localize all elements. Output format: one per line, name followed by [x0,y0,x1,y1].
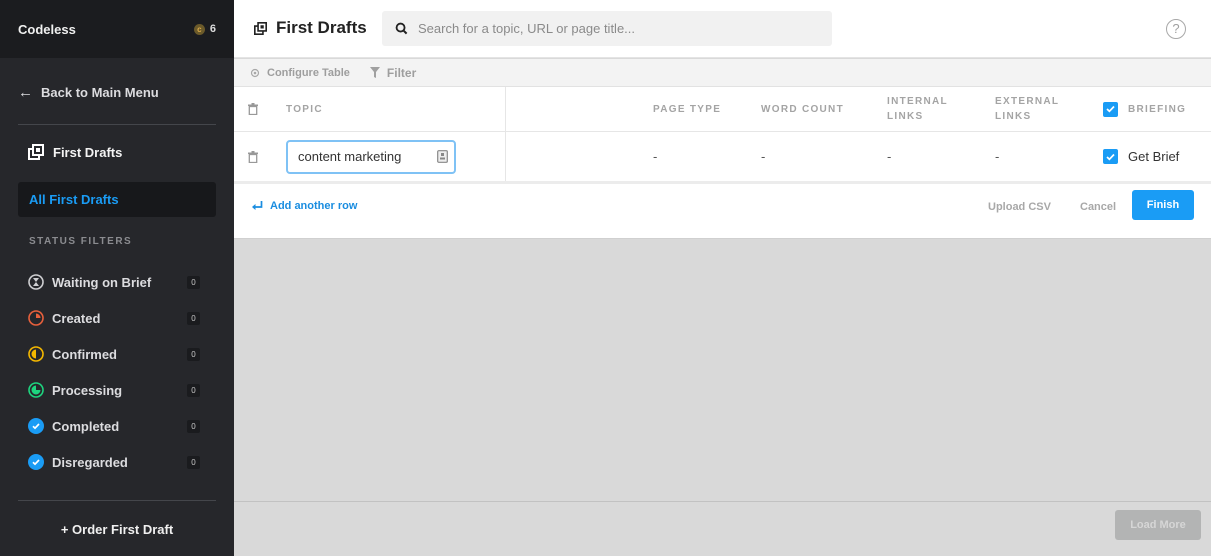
drafts-icon [28,144,44,160]
column-header-external-links: EXTERNAL LINKS [995,87,1059,131]
table-row: - - - - Get Brief [234,132,1211,184]
sidebar-divider [18,500,216,501]
status-filter-created[interactable]: Created 0 [28,308,200,328]
hourglass-icon [28,274,44,290]
check-circle-icon [28,454,44,470]
table-header-row: TOPIC PAGE TYPE WORD COUNT INTERNAL LINK… [234,87,1211,132]
status-label: Completed [52,418,120,434]
topic-field[interactable] [286,139,456,174]
filter-button[interactable]: Filter [369,65,417,80]
add-another-row-button[interactable]: Add another row [252,200,357,212]
status-count: 0 [187,455,200,469]
internal-links-cell: - [887,149,892,164]
drafts-icon [254,21,267,35]
upload-csv-button[interactable]: Upload CSV [988,201,1051,213]
finish-button[interactable]: Finish [1132,190,1194,220]
word-count-cell: - [761,149,766,164]
page-title: First Drafts [254,18,367,38]
topic-cell [286,132,456,181]
pie-half-icon [28,346,44,362]
table-toolbar: Configure Table Filter [234,59,1211,87]
status-filter-waiting-on-brief[interactable]: Waiting on Brief 0 [28,272,200,292]
get-brief-checkbox[interactable] [1103,149,1118,164]
brand-name: Codeless [18,21,76,37]
column-header-internal-links: INTERNAL LINKS [887,87,948,131]
status-count: 0 [187,311,200,325]
status-filters-heading: STATUS FILTERS [29,236,133,247]
checkbox-checked[interactable] [1103,101,1118,117]
external-links-cell: - [995,149,1000,164]
status-label: Disregarded [52,454,128,470]
column-header-page-type: PAGE TYPE [653,103,722,115]
status-count: 0 [187,419,200,433]
section-title: First Drafts [53,144,123,160]
enter-arrow-icon [252,201,263,210]
header-line: LINKS [887,111,924,122]
status-label: Confirmed [52,346,117,362]
check-circle-icon [28,418,44,434]
pie-three-quarter-icon [28,382,44,398]
table-actions: Add another row Upload CSV Cancel Finish [234,184,1211,239]
status-label: Processing [52,382,123,398]
status-count: 0 [187,383,200,397]
configure-table-button[interactable]: Configure Table [250,67,350,79]
sidebar: Codeless c 6 ← Back to Main Menu First D… [0,0,234,556]
credits-badge: c 6 [193,23,216,35]
column-divider [505,87,506,131]
page-title-text: First Drafts [276,18,367,37]
header-line: LINKS [995,111,1032,122]
coin-icon: c [193,23,205,35]
contact-card-icon[interactable] [437,150,448,163]
header-line: INTERNAL [887,96,948,107]
status-count: 0 [187,275,200,289]
trash-icon [248,150,258,163]
column-header-briefing: BRIEFING [1128,103,1187,115]
briefing-select-all-checkbox[interactable] [1103,87,1118,131]
sidebar-item-all-first-drafts[interactable]: All First Drafts [18,182,216,217]
sidebar-section-first-drafts: First Drafts [28,144,122,160]
check-icon [1106,105,1115,113]
status-filter-completed[interactable]: Completed 0 [28,416,200,436]
column-header-topic: TOPIC [286,103,323,115]
status-label: Created [52,310,101,326]
add-row-label: Add another row [270,200,358,212]
page-type-cell: - [653,149,658,164]
drafts-table: TOPIC PAGE TYPE WORD COUNT INTERNAL LINK… [234,87,1211,239]
sidebar-header: Codeless c 6 [0,0,234,58]
column-divider [505,132,506,181]
status-filter-disregarded[interactable]: Disregarded 0 [28,452,200,472]
back-to-main-menu-link[interactable]: ← Back to Main Menu [18,84,159,101]
footer-divider [234,501,1211,502]
search-bar [382,11,832,46]
get-brief-label: Get Brief [1128,149,1180,164]
sidebar-divider [18,124,216,125]
status-filter-processing[interactable]: Processing 0 [28,380,200,400]
load-more-button[interactable]: Load More [1115,510,1201,540]
configure-table-label: Configure Table [267,66,350,79]
arrow-left-icon: ← [18,84,33,101]
topic-input[interactable] [298,149,428,164]
search-input[interactable] [418,21,818,36]
pie-quarter-icon [28,310,44,326]
briefing-cell: Get Brief [1103,132,1179,181]
column-header-word-count: WORD COUNT [761,103,844,115]
top-bar: First Drafts ? [234,0,1211,58]
status-count: 0 [187,347,200,361]
filter-label: Filter [386,65,417,80]
help-icon[interactable]: ? [1166,19,1186,39]
credits-count: 6 [209,23,216,35]
trash-icon [248,103,258,115]
gear-icon [250,68,260,77]
status-label: Waiting on Brief [52,274,152,290]
status-filter-confirmed[interactable]: Confirmed 0 [28,344,200,364]
back-label: Back to Main Menu [41,85,159,100]
filter-icon [369,67,380,78]
cancel-button[interactable]: Cancel [1080,201,1116,213]
header-line: EXTERNAL [995,96,1060,107]
order-first-draft-button[interactable]: + Order First Draft [0,522,234,537]
search-icon [395,22,408,35]
check-icon [1106,153,1115,161]
delete-all-button[interactable] [248,87,258,131]
delete-row-button[interactable] [248,132,258,181]
